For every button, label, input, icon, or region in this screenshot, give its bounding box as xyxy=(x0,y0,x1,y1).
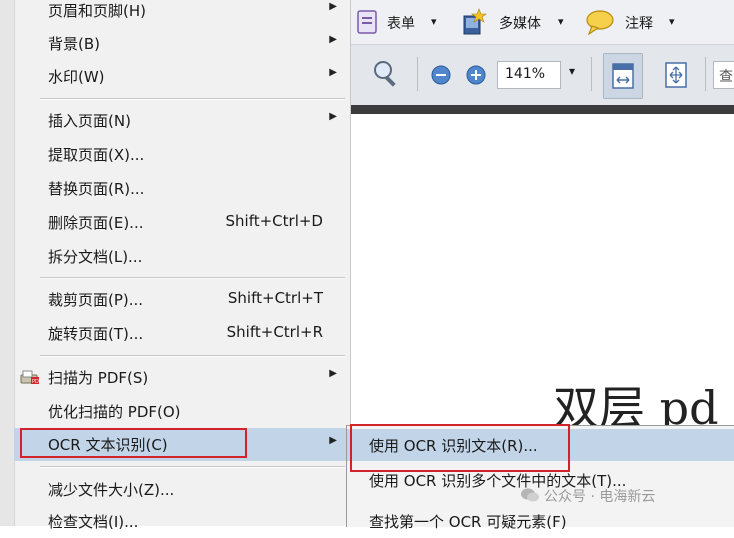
zoom-level-value: 141% xyxy=(505,66,546,82)
submenu-item-find-first-ocr-suspect[interactable]: 查找第一个 OCR 可疑元素(F) xyxy=(347,505,734,537)
menu-item-label: 减少文件大小(Z)... xyxy=(48,481,175,499)
multimedia-label: 多媒体 xyxy=(499,16,541,32)
toolbar-divider xyxy=(705,57,706,91)
zoom-dropdown-icon[interactable]: ▾ xyxy=(569,64,575,78)
menu-item-header-footer[interactable]: 页眉和页脚(H) ▶ xyxy=(14,0,349,27)
document-top-border xyxy=(351,105,734,114)
menu-icon-gutter xyxy=(0,0,15,526)
ocr-menu-annotation-box xyxy=(20,428,247,458)
scanner-icon: PDF xyxy=(20,369,42,385)
menu-separator xyxy=(40,98,345,100)
submenu-arrow-icon: ▶ xyxy=(329,67,337,78)
chevron-down-icon: ▾ xyxy=(558,15,564,28)
menu-item-crop-pages[interactable]: 裁剪页面(P)... Shift+Ctrl+T xyxy=(14,283,349,316)
svg-text:PDF: PDF xyxy=(32,379,40,385)
menu-item-label: 水印(W) xyxy=(48,68,105,86)
menu-item-shortcut: Shift+Ctrl+D xyxy=(225,212,323,230)
menu-separator xyxy=(40,466,345,468)
menu-item-examine-document[interactable]: 检查文档(I)... xyxy=(14,505,349,538)
menu-item-split-document[interactable]: 拆分文档(L)... xyxy=(14,240,349,273)
view-toolbar: 141% ▾ 查 xyxy=(351,45,734,105)
submenu-arrow-icon: ▶ xyxy=(329,111,337,122)
zoom-level-input[interactable]: 141% xyxy=(497,61,561,89)
forms-label: 表单 xyxy=(387,16,415,32)
menu-item-label: 替换页面(R)... xyxy=(48,180,145,198)
menu-item-shortcut: Shift+Ctrl+R xyxy=(226,323,323,341)
menu-item-label: 页眉和页脚(H) xyxy=(48,2,146,20)
menu-item-shortcut: Shift+Ctrl+T xyxy=(227,289,323,307)
comment-bubble-icon xyxy=(585,8,615,40)
submenu-arrow-icon: ▶ xyxy=(329,368,337,379)
menu-item-label: 裁剪页面(P)... xyxy=(48,291,144,309)
menu-item-label: 背景(B) xyxy=(48,35,100,53)
menu-item-label: 拆分文档(L)... xyxy=(48,248,143,266)
comments-label: 注释 xyxy=(625,16,653,32)
menu-item-optimize-scanned-pdf[interactable]: 优化扫描的 PDF(O) xyxy=(14,395,349,428)
toolbar-divider xyxy=(591,57,592,91)
menu-item-label: 提取页面(X)... xyxy=(48,146,145,164)
menu-item-extract-pages[interactable]: 提取页面(X)... xyxy=(14,138,349,171)
submenu-arrow-icon: ▶ xyxy=(329,435,337,446)
find-input[interactable]: 查 xyxy=(713,61,734,89)
fit-width-icon xyxy=(612,63,634,93)
menu-item-label: 插入页面(N) xyxy=(48,112,131,130)
toolbar-divider xyxy=(417,57,418,91)
wechat-icon xyxy=(520,487,540,507)
submenu-arrow-icon: ▶ xyxy=(329,1,337,12)
magnifier-tool-icon[interactable] xyxy=(371,59,401,93)
menu-item-label: 扫描为 PDF(S) xyxy=(48,369,149,387)
menu-item-label: 优化扫描的 PDF(O) xyxy=(48,403,181,421)
comments-button[interactable]: 注释 ▾ xyxy=(585,10,685,36)
menu-item-delete-pages[interactable]: 删除页面(E)... Shift+Ctrl+D xyxy=(14,206,349,239)
submenu-item-label: 查找第一个 OCR 可疑元素(F) xyxy=(369,513,567,531)
chevron-down-icon: ▾ xyxy=(431,15,437,28)
watermark: 公众号 · 电海新云 xyxy=(520,486,655,507)
menu-item-insert-pages[interactable]: 插入页面(N) ▶ xyxy=(14,104,349,137)
menu-item-label: 检查文档(I)... xyxy=(48,513,139,531)
task-toolbar: 表单 ▾ 多媒体 ▾ 注释 ▾ xyxy=(351,0,734,45)
submenu-arrow-icon: ▶ xyxy=(329,34,337,45)
menu-item-label: 删除页面(E)... xyxy=(48,214,144,232)
menu-separator xyxy=(40,277,345,279)
menu-item-label: 旋转页面(T)... xyxy=(48,325,144,343)
ocr-submenu-annotation-box xyxy=(350,424,570,472)
zoom-out-icon[interactable] xyxy=(431,65,451,89)
form-icon xyxy=(357,10,377,38)
menu-item-reduce-file-size[interactable]: 减少文件大小(Z)... xyxy=(14,473,349,506)
menu-item-watermark[interactable]: 水印(W) ▶ xyxy=(14,60,349,93)
menu-item-scan-to-pdf[interactable]: PDF 扫描为 PDF(S) ▶ xyxy=(14,361,349,394)
menu-item-rotate-pages[interactable]: 旋转页面(T)... Shift+Ctrl+R xyxy=(14,317,349,350)
menu-separator xyxy=(40,355,345,357)
find-input-text: 查 xyxy=(719,69,733,85)
forms-button[interactable]: 表单 ▾ xyxy=(357,10,447,34)
chevron-down-icon: ▾ xyxy=(669,15,675,28)
watermark-text: 公众号 · 电海新云 xyxy=(544,489,656,505)
menu-item-background[interactable]: 背景(B) ▶ xyxy=(14,27,349,60)
fit-width-button[interactable] xyxy=(603,53,643,99)
zoom-in-icon[interactable] xyxy=(466,65,486,89)
multimedia-icon xyxy=(462,8,488,40)
menu-item-replace-pages[interactable]: 替换页面(R)... xyxy=(14,172,349,205)
multimedia-button[interactable]: 多媒体 ▾ xyxy=(462,8,572,35)
fit-page-icon[interactable] xyxy=(665,62,687,92)
